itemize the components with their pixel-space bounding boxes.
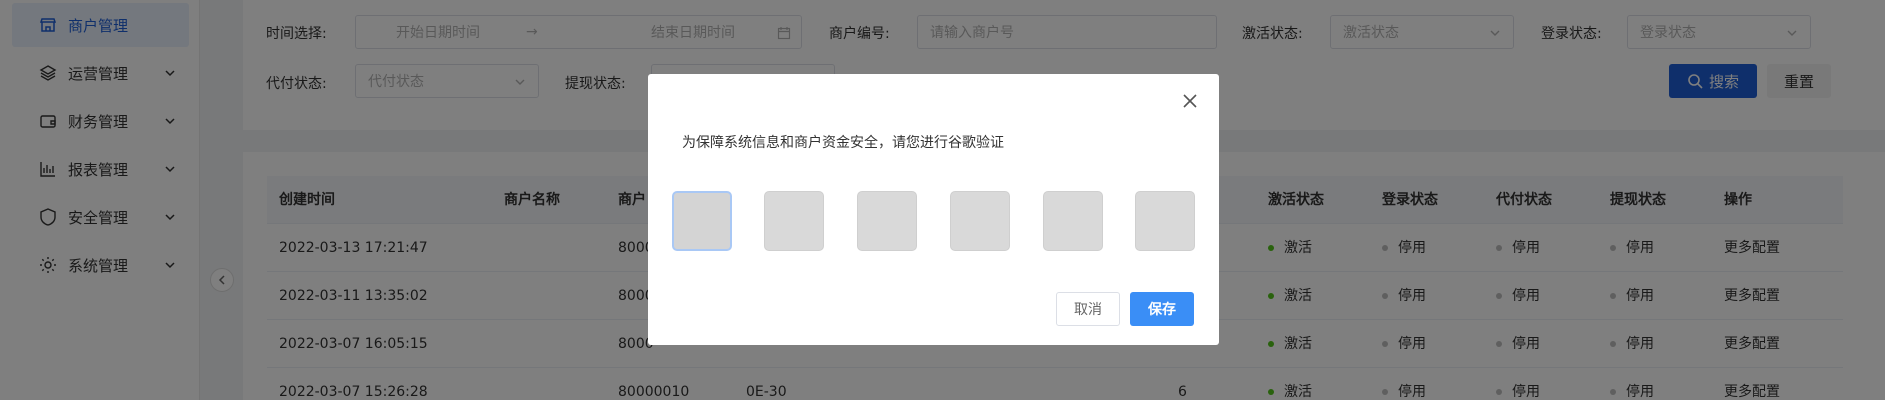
google-verify-dialog: 为保障系统信息和商户资金安全，请您进行谷歌验证 取消 保存 — [648, 74, 1219, 345]
code-input-4[interactable] — [950, 191, 1010, 251]
code-input-5[interactable] — [1043, 191, 1103, 251]
cancel-button[interactable]: 取消 — [1056, 292, 1120, 326]
close-icon[interactable] — [1181, 92, 1199, 110]
dialog-message: 为保障系统信息和商户资金安全，请您进行谷歌验证 — [682, 135, 1004, 151]
cancel-button-label: 取消 — [1074, 302, 1102, 318]
code-input-3[interactable] — [857, 191, 917, 251]
code-input-1[interactable] — [672, 191, 732, 251]
save-button[interactable]: 保存 — [1130, 292, 1194, 326]
code-input-6[interactable] — [1135, 191, 1195, 251]
code-input-2[interactable] — [764, 191, 824, 251]
save-button-label: 保存 — [1148, 302, 1176, 318]
